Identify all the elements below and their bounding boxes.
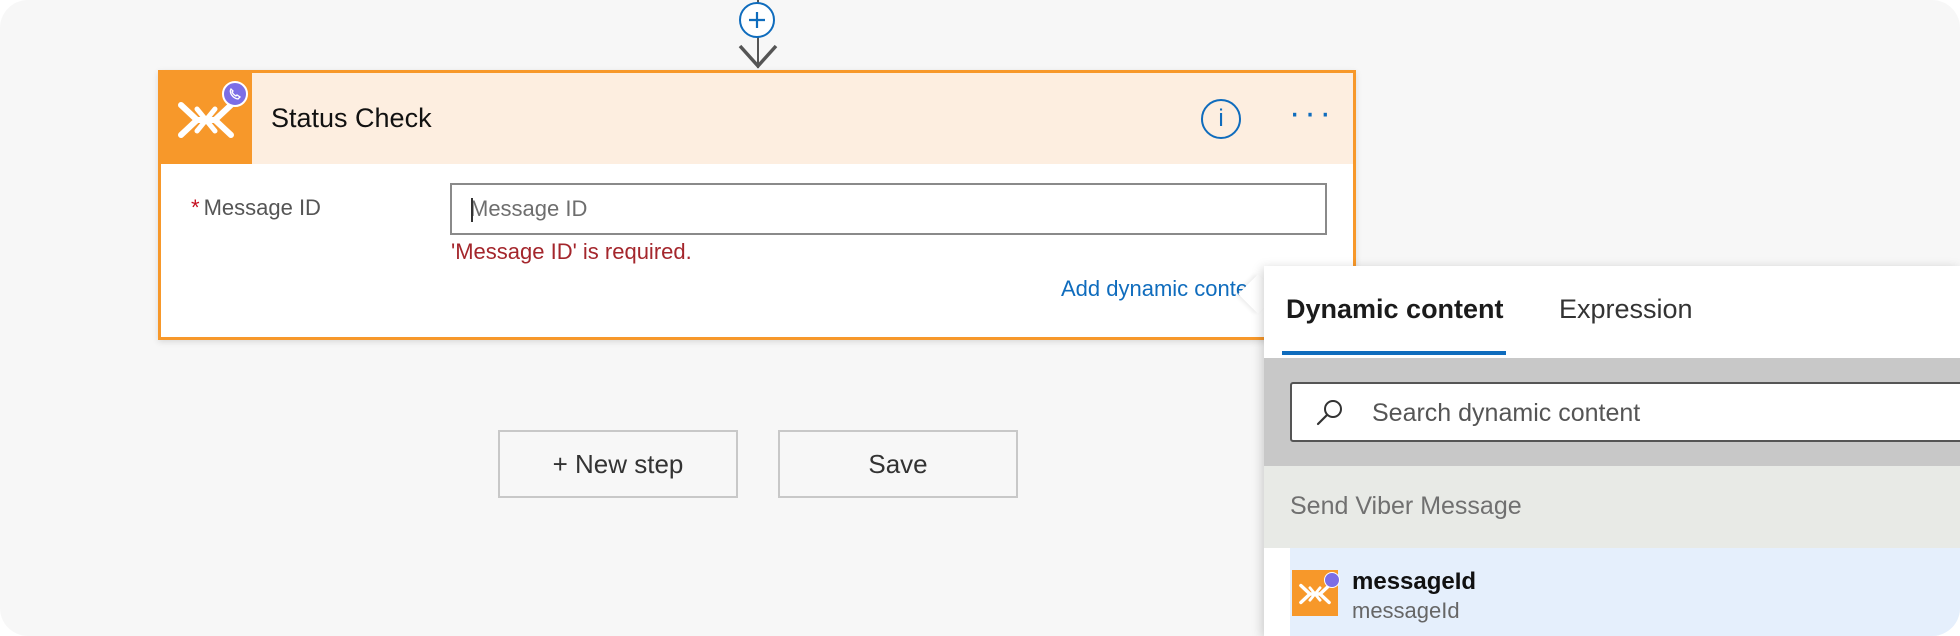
- more-icon[interactable]: ···: [1289, 96, 1337, 133]
- arrow-down-icon: [738, 44, 778, 69]
- item-title: messageId: [1352, 568, 1477, 595]
- tab-expression[interactable]: Expression: [1559, 294, 1693, 325]
- section-header[interactable]: Send Viber Message: [1264, 466, 1960, 548]
- action-card: Status Check i ··· *Message ID 'Message …: [158, 70, 1356, 340]
- search-icon: [1316, 400, 1342, 426]
- save-button[interactable]: Save: [778, 430, 1018, 498]
- message-id-label-text: Message ID: [203, 195, 321, 220]
- card-header[interactable]: Status Check i ···: [161, 73, 1353, 164]
- search-box[interactable]: [1290, 382, 1960, 442]
- tab-dynamic-content[interactable]: Dynamic content: [1286, 294, 1504, 325]
- search-input[interactable]: [1370, 384, 1934, 442]
- item-subtitle: messageId: [1352, 598, 1460, 623]
- validation-error: 'Message ID' is required.: [451, 239, 692, 264]
- text-caret: [471, 198, 473, 222]
- add-step-icon[interactable]: [739, 2, 775, 38]
- dynamic-content-panel: Dynamic content Expression Send Viber Me…: [1264, 266, 1960, 636]
- section-title: Send Viber Message: [1290, 492, 1522, 520]
- add-dynamic-content-link[interactable]: Add dynamic content: [1061, 276, 1266, 302]
- required-marker: *: [191, 195, 200, 220]
- active-tab-indicator: [1282, 351, 1506, 355]
- info-icon[interactable]: i: [1201, 99, 1241, 139]
- card-title[interactable]: Status Check: [271, 103, 432, 134]
- flow-canvas: Status Check i ··· *Message ID 'Message …: [0, 0, 1960, 636]
- viber-badge-icon: [1324, 572, 1340, 588]
- connector-logo-icon: [161, 73, 252, 164]
- message-id-label: * Message ID: [191, 195, 321, 221]
- new-step-button[interactable]: + New step: [498, 430, 738, 498]
- message-id-field[interactable]: [450, 183, 1327, 235]
- connector-logo-icon: [1292, 570, 1340, 616]
- message-id-input[interactable]: [452, 185, 1325, 233]
- list-item[interactable]: messageId messageId: [1290, 548, 1960, 636]
- viber-badge-icon: [222, 81, 248, 107]
- search-area: [1264, 358, 1960, 466]
